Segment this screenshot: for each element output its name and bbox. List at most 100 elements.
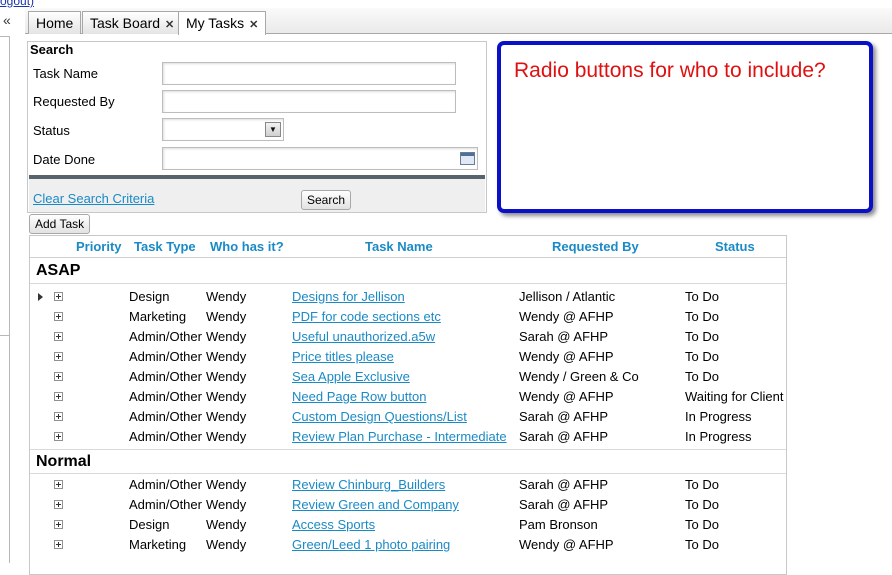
who-cell: Wendy: [206, 389, 247, 404]
tab-my-tasks[interactable]: My Tasks ✕: [178, 11, 267, 35]
column-header-who[interactable]: Who has it?: [210, 239, 284, 254]
column-header-task-name[interactable]: Task Name: [365, 239, 433, 254]
task-name-link[interactable]: PDF for code sections etc: [292, 309, 441, 324]
status-cell: To Do: [685, 497, 719, 512]
task-name-link[interactable]: Useful unauthorized.a5w: [292, 329, 435, 344]
close-icon[interactable]: ✕: [249, 19, 258, 31]
table-row[interactable]: Admin/Other Wendy Review Green and Compa…: [30, 496, 786, 516]
task-grid: Priority Task Type Who has it? Task Name…: [29, 235, 787, 575]
who-cell: Wendy: [206, 349, 247, 364]
task-name-link[interactable]: Sea Apple Exclusive: [292, 369, 410, 384]
table-row[interactable]: Admin/Other Wendy Price titles please We…: [30, 348, 786, 368]
task-name-link[interactable]: Review Chinburg_Builders: [292, 477, 445, 492]
requested-by-cell: Wendy @ AFHP: [519, 389, 614, 404]
task-name-link[interactable]: Review Plan Purchase - Intermediate: [292, 429, 507, 444]
expand-row-icon[interactable]: [54, 352, 63, 361]
logout-link[interactable]: ogout): [0, 0, 34, 8]
current-row-pointer-icon: [38, 293, 43, 301]
status-cell: To Do: [685, 477, 719, 492]
table-row[interactable]: Design Wendy Access Sports Pam Bronson T…: [30, 516, 786, 536]
task-type-cell: Admin/Other: [129, 429, 202, 444]
who-cell: Wendy: [206, 537, 247, 552]
annotation-callout: Radio buttons for who to include?: [497, 41, 873, 213]
expand-row-icon[interactable]: [54, 520, 63, 529]
table-row[interactable]: Admin/Other Wendy Custom Design Question…: [30, 408, 786, 428]
status-cell: In Progress: [685, 409, 752, 424]
requested-by-cell: Wendy @ AFHP: [519, 537, 614, 552]
task-type-cell: Design: [129, 289, 170, 304]
close-icon[interactable]: ✕: [165, 19, 174, 31]
requested-by-cell: Wendy @ AFHP: [519, 349, 614, 364]
expand-row-icon[interactable]: [54, 372, 63, 381]
requested-by-input[interactable]: [162, 90, 456, 113]
table-row[interactable]: Marketing Wendy PDF for code sections et…: [30, 308, 786, 328]
status-cell: To Do: [685, 309, 719, 324]
column-header-requested-by[interactable]: Requested By: [552, 239, 639, 254]
task-name-link[interactable]: Need Page Row button: [292, 389, 426, 404]
expand-row-icon[interactable]: [54, 480, 63, 489]
task-name-link[interactable]: Designs for Jellison: [292, 289, 405, 304]
group-row-normal: Normal: [30, 449, 786, 474]
collapse-sidebar-icon[interactable]: «: [3, 12, 11, 28]
expand-row-icon[interactable]: [54, 540, 63, 549]
requested-by-cell: Sarah @ AFHP: [519, 329, 609, 344]
chevron-down-icon[interactable]: ▼: [265, 122, 281, 137]
calendar-icon[interactable]: [460, 152, 475, 165]
tab-home[interactable]: Home: [28, 11, 82, 34]
requested-by-cell: Sarah @ AFHP: [519, 409, 609, 424]
expand-row-icon[interactable]: [54, 292, 63, 301]
add-task-button[interactable]: Add Task: [29, 214, 91, 234]
search-title: Search: [30, 42, 74, 57]
task-name-link[interactable]: Custom Design Questions/List: [292, 409, 467, 424]
requested-by-cell: Pam Bronson: [519, 517, 598, 532]
table-row[interactable]: Admin/Other Wendy Review Chinburg_Builde…: [30, 476, 786, 496]
column-header-priority[interactable]: Priority: [76, 239, 122, 254]
task-name-link[interactable]: Price titles please: [292, 349, 394, 364]
group-label: Normal: [36, 453, 92, 470]
clear-search-criteria-link[interactable]: Clear Search Criteria: [33, 191, 154, 206]
status-cell: To Do: [685, 349, 719, 364]
who-cell: Wendy: [206, 289, 247, 304]
expand-row-icon[interactable]: [54, 392, 63, 401]
column-header-task-type[interactable]: Task Type: [134, 239, 196, 254]
task-name-input[interactable]: [162, 62, 456, 85]
status-cell: To Do: [685, 289, 719, 304]
task-type-cell: Admin/Other: [129, 409, 202, 424]
who-cell: Wendy: [206, 329, 247, 344]
table-row[interactable]: Design Wendy Designs for Jellison Jellis…: [30, 288, 786, 308]
column-header-status[interactable]: Status: [715, 239, 755, 254]
grid-header: Priority Task Type Who has it? Task Name…: [30, 236, 786, 258]
who-cell: Wendy: [206, 477, 247, 492]
expand-row-icon[interactable]: [54, 500, 63, 509]
requested-by-cell: Sarah @ AFHP: [519, 429, 609, 444]
tab-my-tasks-label: My Tasks: [186, 15, 245, 31]
status-label: Status: [33, 123, 70, 138]
expand-row-icon[interactable]: [54, 332, 63, 341]
status-cell: To Do: [685, 537, 719, 552]
task-name-link[interactable]: Green/Leed 1 photo pairing: [292, 537, 450, 552]
table-row[interactable]: Admin/Other Wendy Need Page Row button W…: [30, 388, 786, 408]
date-done-input[interactable]: [162, 147, 478, 170]
status-select[interactable]: ▼: [162, 118, 284, 141]
search-button[interactable]: Search: [301, 190, 352, 210]
who-cell: Wendy: [206, 429, 247, 444]
expand-row-icon[interactable]: [54, 412, 63, 421]
task-type-cell: Admin/Other: [129, 349, 202, 364]
status-cell: Waiting for Client: [685, 389, 784, 404]
tab-task-board[interactable]: Task Board ✕: [82, 11, 183, 34]
who-cell: Wendy: [206, 497, 247, 512]
task-name-link[interactable]: Review Green and Company: [292, 497, 459, 512]
task-type-cell: Admin/Other: [129, 329, 202, 344]
expand-row-icon[interactable]: [54, 432, 63, 441]
table-row[interactable]: Admin/Other Wendy Useful unauthorized.a5…: [30, 328, 786, 348]
who-cell: Wendy: [206, 309, 247, 324]
status-cell: To Do: [685, 329, 719, 344]
task-type-cell: Admin/Other: [129, 389, 202, 404]
annotation-text: Radio buttons for who to include?: [514, 59, 826, 82]
table-row[interactable]: Admin/Other Wendy Sea Apple Exclusive We…: [30, 368, 786, 388]
table-row[interactable]: Admin/Other Wendy Review Plan Purchase -…: [30, 428, 786, 448]
task-name-link[interactable]: Access Sports: [292, 517, 375, 532]
requested-by-cell: Sarah @ AFHP: [519, 497, 609, 512]
table-row[interactable]: Marketing Wendy Green/Leed 1 photo pairi…: [30, 536, 786, 556]
expand-row-icon[interactable]: [54, 312, 63, 321]
